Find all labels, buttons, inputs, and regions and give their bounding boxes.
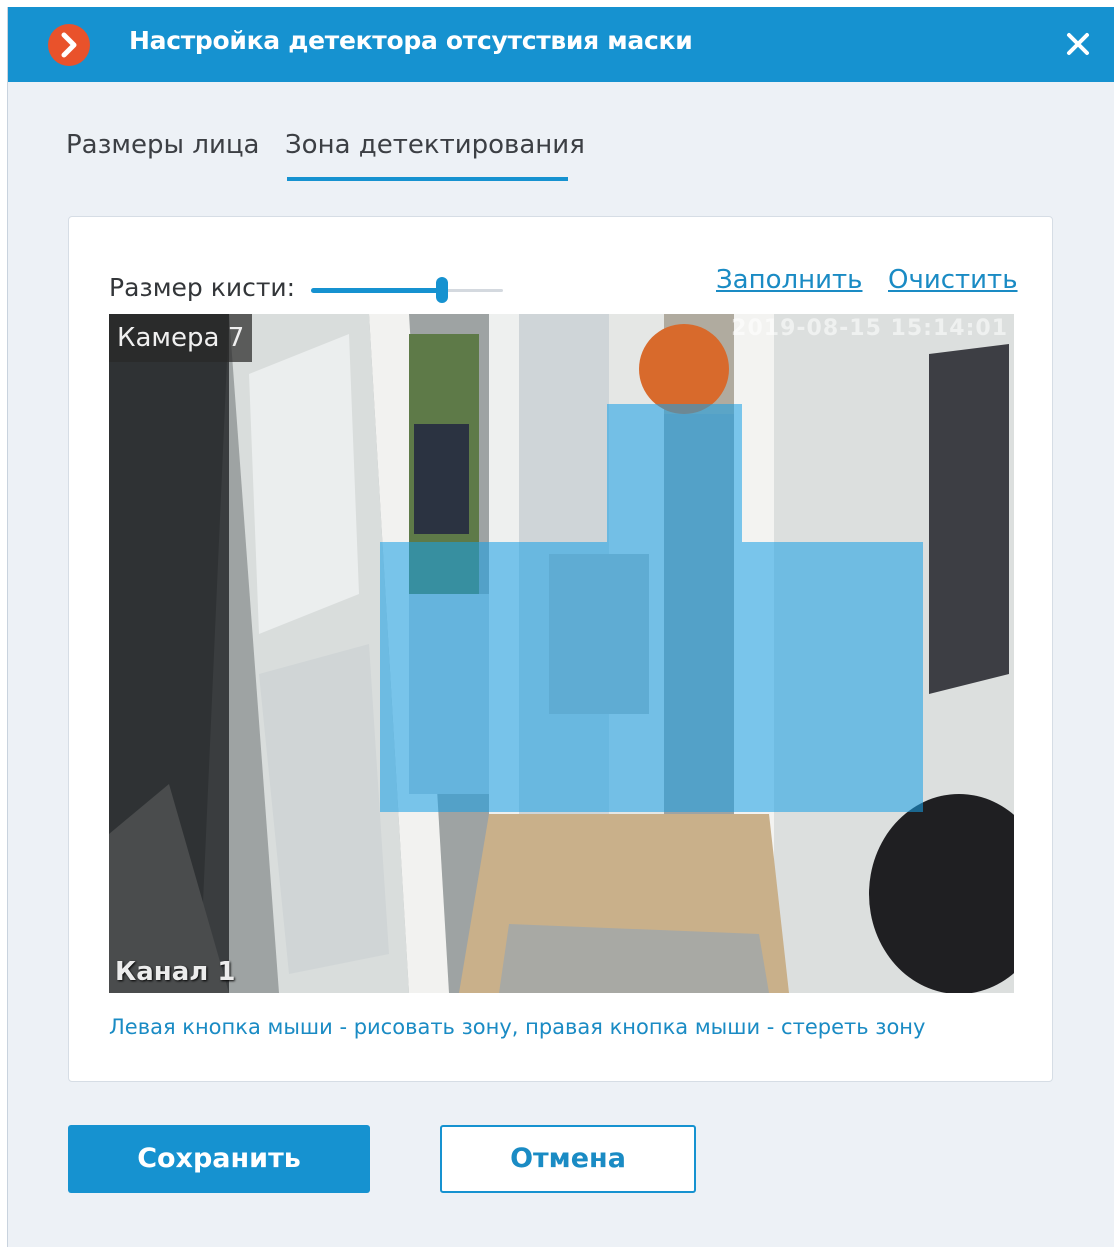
app-logo-icon: [48, 24, 90, 66]
mask-detector-settings-dialog: Настройка детектора отсутствия маски Раз…: [7, 7, 1114, 1247]
tab-bar: Размеры лица Зона детектирования: [8, 82, 1114, 192]
detection-zone-overlay: [607, 404, 742, 542]
channel-label: Канал 1: [115, 957, 236, 987]
slider-handle[interactable]: [436, 277, 448, 303]
brush-size-slider[interactable]: [311, 277, 505, 307]
dialog-title: Настройка детектора отсутствия маски: [129, 26, 693, 55]
tab-detection-zone[interactable]: Зона детектирования: [285, 130, 585, 160]
video-timestamp: 2019-08-15 15:14:01: [731, 316, 1008, 341]
clear-zone-link[interactable]: Очистить: [888, 265, 1018, 295]
cancel-button[interactable]: Отмена: [440, 1125, 696, 1193]
camera-video-canvas[interactable]: Камера 7 2019-08-15 15:14:01 Канал 1: [109, 314, 1014, 993]
close-icon[interactable]: [1063, 29, 1093, 59]
zone-editor-panel: Размер кисти: Заполнить Очистить Камера …: [68, 216, 1053, 1082]
brush-size-label: Размер кисти:: [109, 273, 296, 302]
slider-fill: [311, 288, 442, 293]
camera-name-label: Камера 7: [109, 314, 253, 362]
detection-zone-overlay: [380, 542, 923, 812]
active-tab-indicator: [287, 177, 568, 181]
tab-face-size[interactable]: Размеры лица: [66, 130, 260, 160]
save-button[interactable]: Сохранить: [68, 1125, 370, 1193]
title-bar: Настройка детектора отсутствия маски: [8, 7, 1114, 82]
drawing-hint-text: Левая кнопка мыши - рисовать зону, права…: [109, 1015, 926, 1039]
fill-zone-link[interactable]: Заполнить: [716, 265, 863, 295]
